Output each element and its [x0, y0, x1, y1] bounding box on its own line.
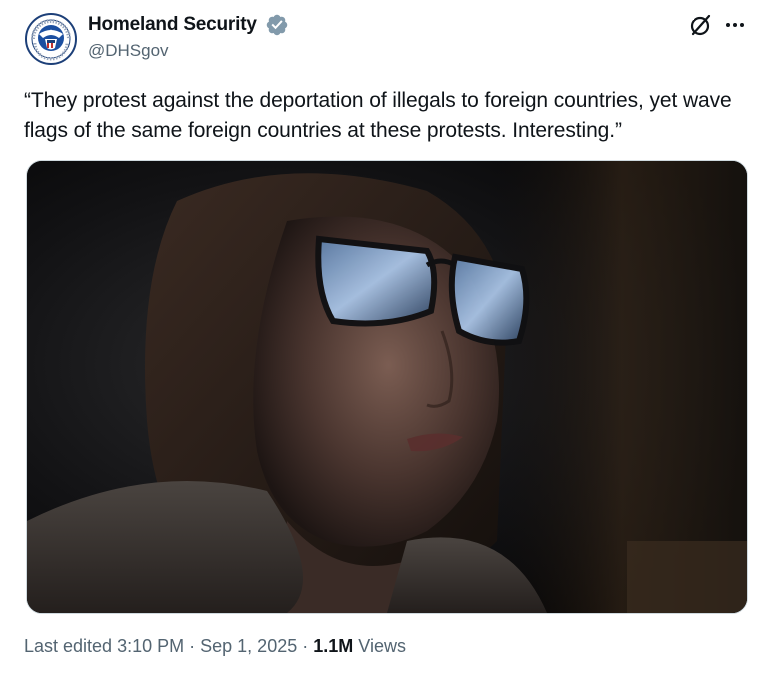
avatar[interactable]	[24, 12, 78, 66]
meta-separator: ·	[297, 636, 314, 656]
display-name[interactable]: Homeland Security	[88, 14, 257, 36]
tweet-text: “They protest against the deportation of…	[24, 89, 732, 142]
views-count: 1.1M	[313, 636, 354, 656]
edited-link[interactable]: Last edited 3:10 PM	[24, 636, 184, 656]
media-still-image	[27, 161, 747, 613]
post-time: 3:10 PM	[117, 636, 185, 656]
verified-badge-icon	[266, 14, 288, 36]
tweet: Homeland Security @DHSgov “They protest …	[0, 0, 763, 681]
handle[interactable]: @DHSgov	[88, 41, 169, 61]
views-label: Views	[358, 636, 406, 656]
meta-separator: ·	[184, 636, 201, 656]
tweet-media-image[interactable]	[26, 160, 748, 614]
post-meta: Last edited 3:10 PM · Sep 1, 2025 · 1.1M…	[24, 636, 406, 657]
dhs-seal-icon	[24, 12, 78, 66]
post-date[interactable]: Sep 1, 2025	[200, 636, 297, 656]
edited-prefix: Last edited	[24, 636, 113, 656]
more-icon[interactable]	[722, 12, 748, 38]
grok-icon[interactable]	[688, 12, 714, 38]
